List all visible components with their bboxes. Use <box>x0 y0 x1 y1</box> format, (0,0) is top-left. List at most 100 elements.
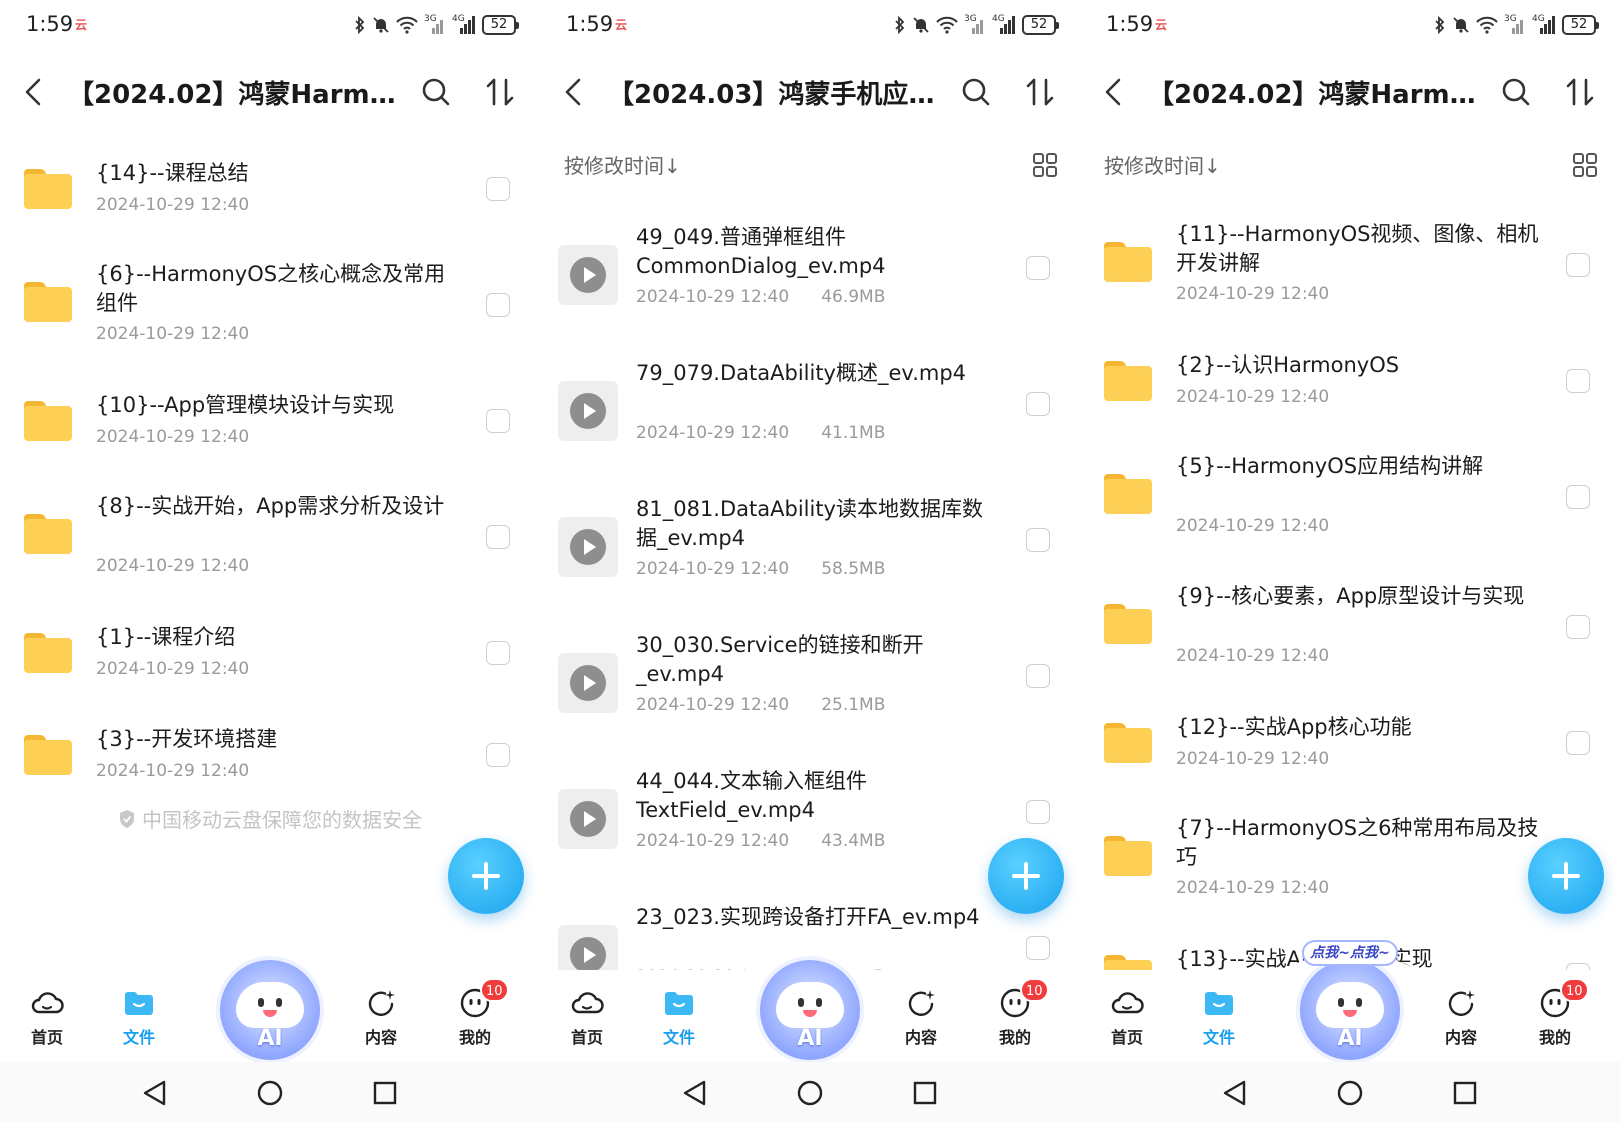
folder-icon <box>1104 723 1152 763</box>
nav-content[interactable]: 内容 <box>886 986 956 1052</box>
signal-4g-icon: 4G <box>1532 14 1556 34</box>
select-checkbox[interactable] <box>1026 664 1050 688</box>
modified-date: 2024-10-29 12:40 <box>636 695 790 715</box>
file-name: {2}--认识HarmonyOS <box>1176 353 1400 377</box>
select-checkbox[interactable] <box>1026 936 1050 960</box>
file-name: {5}--HarmonyOS应用结构讲解 <box>1176 454 1484 478</box>
nav-home[interactable]: 首页 <box>12 986 82 1052</box>
ai-assistant-button[interactable]: AI <box>760 960 860 1060</box>
grid-view-button[interactable] <box>1032 152 1058 178</box>
system-home-icon[interactable] <box>795 1078 825 1108</box>
nav-home[interactable]: 首页 <box>552 986 622 1052</box>
system-back-icon[interactable] <box>680 1078 710 1108</box>
sort-row: 按修改时间↓ <box>1080 146 1620 182</box>
select-checkbox[interactable] <box>1026 256 1050 280</box>
nav-mine[interactable]: 我的 10 <box>440 978 510 1052</box>
file-meta: 2024-10-29 12:40 41.1MB <box>636 423 885 443</box>
nav-mine[interactable]: 我的 10 <box>1520 978 1590 1052</box>
ai-assistant-button[interactable]: AI <box>220 960 320 1060</box>
select-checkbox[interactable] <box>1566 369 1590 393</box>
select-checkbox[interactable] <box>1026 800 1050 824</box>
file-meta: 2024-10-29 12:40 58.5MB <box>636 559 885 579</box>
system-home-icon[interactable] <box>1335 1078 1365 1108</box>
cloud-app-icon: 云 <box>74 18 87 32</box>
system-recents-icon[interactable] <box>1450 1078 1480 1108</box>
select-checkbox[interactable] <box>486 743 510 767</box>
back-button[interactable] <box>14 72 54 112</box>
search-button[interactable] <box>416 72 456 112</box>
ai-label: AI <box>1337 1026 1363 1051</box>
file-name: 23_023.实现跨设备打开FA_ev.mp4 <box>636 905 980 929</box>
sort-by-modified-time[interactable]: 按修改时间↓ <box>564 150 681 179</box>
system-recents-icon[interactable] <box>370 1078 400 1108</box>
folder-row[interactable]: {11}--HarmonyOS视频、图像、相机开发讲解 2024-10-29 12… <box>1080 200 1620 330</box>
mute-bell-icon <box>913 17 929 33</box>
file-size: 41.1MB <box>821 423 886 443</box>
system-recents-icon[interactable] <box>910 1078 940 1108</box>
add-button[interactable] <box>448 838 524 914</box>
system-back-icon[interactable] <box>140 1078 170 1108</box>
ai-assistant-button[interactable]: AI <box>1300 960 1400 1060</box>
folder-row[interactable]: {12}--实战App核心功能 2024-10-29 12:40 <box>1080 692 1620 794</box>
sort-button[interactable] <box>1020 72 1060 112</box>
select-checkbox[interactable] <box>1026 392 1050 416</box>
nav-content[interactable]: 内容 <box>1426 986 1496 1052</box>
back-button[interactable] <box>1094 72 1134 112</box>
search-button[interactable] <box>1496 72 1536 112</box>
select-checkbox[interactable] <box>486 409 510 433</box>
video-file-row[interactable]: 81_081.DataAbility读本地数据库数据_ev.mp4 2024-10… <box>540 472 1080 608</box>
grid-view-button[interactable] <box>1572 152 1598 178</box>
select-checkbox[interactable] <box>486 177 510 201</box>
select-checkbox[interactable] <box>486 525 510 549</box>
folder-row[interactable]: {3}--开发环境搭建 2024-10-29 12:40 <box>0 704 540 806</box>
file-size: 25.1MB <box>821 695 886 715</box>
sort-button[interactable] <box>1560 72 1600 112</box>
file-meta: 2024-10-29 12:40 <box>1176 284 1329 304</box>
select-checkbox[interactable] <box>1566 615 1590 639</box>
file-meta: 2024-10-29 12:40 <box>1176 878 1329 898</box>
select-checkbox[interactable] <box>486 293 510 317</box>
folder-row[interactable]: {6}--HarmonyOS之核心概念及常用组件 2024-10-29 12:40 <box>0 240 540 370</box>
folder-row[interactable]: {1}--课程介绍 2024-10-29 12:40 <box>0 602 540 704</box>
ai-hint-bubble[interactable]: 点我~点我~ <box>1302 940 1398 966</box>
add-button[interactable] <box>988 838 1064 914</box>
signal-4g-icon: 4G <box>992 14 1016 34</box>
nav-home[interactable]: 首页 <box>1092 986 1162 1052</box>
folder-row[interactable]: {5}--HarmonyOS应用结构讲解 2024-10-29 12:40 <box>1080 432 1620 562</box>
nav-files[interactable]: 文件 <box>1184 986 1254 1052</box>
modified-date: 2024-10-29 12:40 <box>636 287 790 307</box>
sort-arrows-icon <box>1026 78 1054 106</box>
select-checkbox[interactable] <box>1566 963 1590 970</box>
video-file-row[interactable]: 79_079.DataAbility概述_ev.mp4 2024-10-29 12… <box>540 336 1080 472</box>
folder-row[interactable]: {10}--App管理模块设计与实现 2024-10-29 12:40 <box>0 370 540 472</box>
nav-mine[interactable]: 我的 10 <box>980 978 1050 1052</box>
select-checkbox[interactable] <box>1026 528 1050 552</box>
file-name: {9}--核心要素，App原型设计与实现 <box>1176 584 1525 608</box>
folder-row[interactable]: {8}--实战开始，App需求分析及设计 2024-10-29 12:40 <box>0 472 540 602</box>
back-button[interactable] <box>554 72 594 112</box>
search-button[interactable] <box>956 72 996 112</box>
sort-by-modified-time[interactable]: 按修改时间↓ <box>1104 150 1221 179</box>
sort-button[interactable] <box>480 72 520 112</box>
modified-date: 2024-10-29 12:40 <box>96 659 250 679</box>
nav-content[interactable]: 内容 <box>346 986 416 1052</box>
nav-files[interactable]: 文件 <box>104 986 174 1052</box>
files-folder-icon <box>665 992 693 1015</box>
add-button[interactable] <box>1528 838 1604 914</box>
file-name: {14}--课程总结 <box>96 161 249 185</box>
nav-files[interactable]: 文件 <box>644 986 714 1052</box>
video-file-row[interactable]: 30_030.Service的链接和断开_ev.mp4 2024-10-29 12… <box>540 608 1080 744</box>
select-checkbox[interactable] <box>1566 731 1590 755</box>
video-play-icon <box>558 245 618 305</box>
select-checkbox[interactable] <box>1566 485 1590 509</box>
folder-row[interactable]: {2}--认识HarmonyOS 2024-10-29 12:40 <box>1080 330 1620 432</box>
select-checkbox[interactable] <box>486 641 510 665</box>
folder-row[interactable]: {9}--核心要素，App原型设计与实现 2024-10-29 12:40 <box>1080 562 1620 692</box>
folder-row[interactable]: {14}--课程总结 2024-10-29 12:40 <box>0 138 540 240</box>
nav-files-label: 文件 <box>122 1028 155 1047</box>
select-checkbox[interactable] <box>1566 253 1590 277</box>
video-play-icon <box>558 925 618 970</box>
system-back-icon[interactable] <box>1220 1078 1250 1108</box>
system-home-icon[interactable] <box>255 1078 285 1108</box>
video-file-row[interactable]: 49_049.普通弹框组件CommonDialog_ev.mp4 2024-10-… <box>540 200 1080 336</box>
